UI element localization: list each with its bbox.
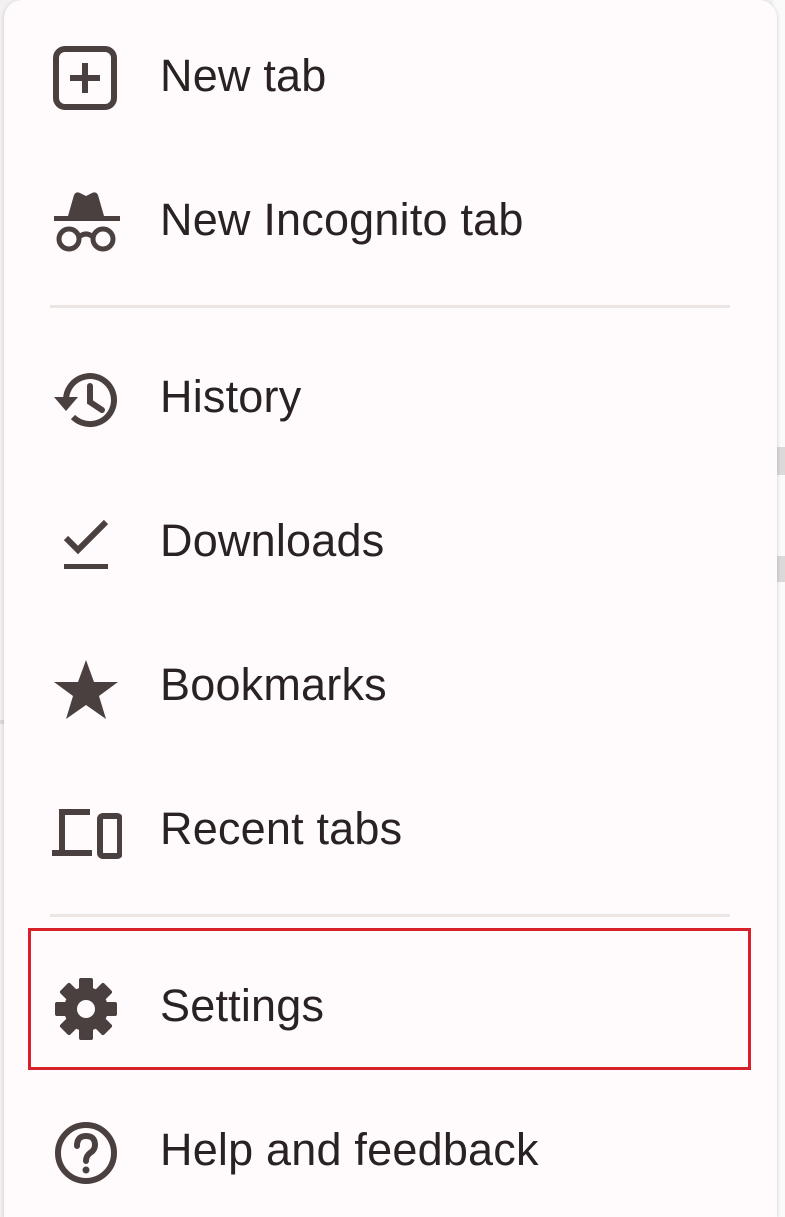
menu-item-recent-tabs[interactable]: Recent tabs [4,757,777,901]
star-icon [50,652,122,724]
menu-divider [50,914,730,917]
gear-icon [50,973,122,1045]
menu-item-label: Help and feedback [160,1124,539,1175]
incognito-icon [50,187,122,259]
help-circle-icon [50,1117,122,1189]
menu-item-history[interactable]: History [4,325,777,469]
menu-divider [50,305,730,308]
devices-icon [50,796,122,868]
menu-item-label: Downloads [160,515,385,566]
overflow-menu: New tab New Incognito tab History Downlo… [4,0,777,1217]
menu-item-label: New Incognito tab [160,194,524,245]
menu-item-bookmarks[interactable]: Bookmarks [4,613,777,757]
menu-item-new-tab[interactable]: New tab [4,4,777,148]
add-box-icon [50,43,122,115]
download-done-icon [50,508,122,580]
menu-item-settings[interactable]: Settings [4,934,777,1078]
menu-item-downloads[interactable]: Downloads [4,469,777,613]
menu-item-label: New tab [160,50,327,101]
background-page-fragment [777,447,785,475]
history-icon [50,364,122,436]
background-page-fragment [777,556,785,582]
menu-item-label: History [160,371,302,422]
menu-item-label: Bookmarks [160,659,387,710]
menu-item-help-and-feedback[interactable]: Help and feedback [4,1078,777,1217]
menu-item-label: Recent tabs [160,803,403,854]
menu-item-label: Settings [160,980,325,1031]
menu-item-new-incognito-tab[interactable]: New Incognito tab [4,148,777,292]
